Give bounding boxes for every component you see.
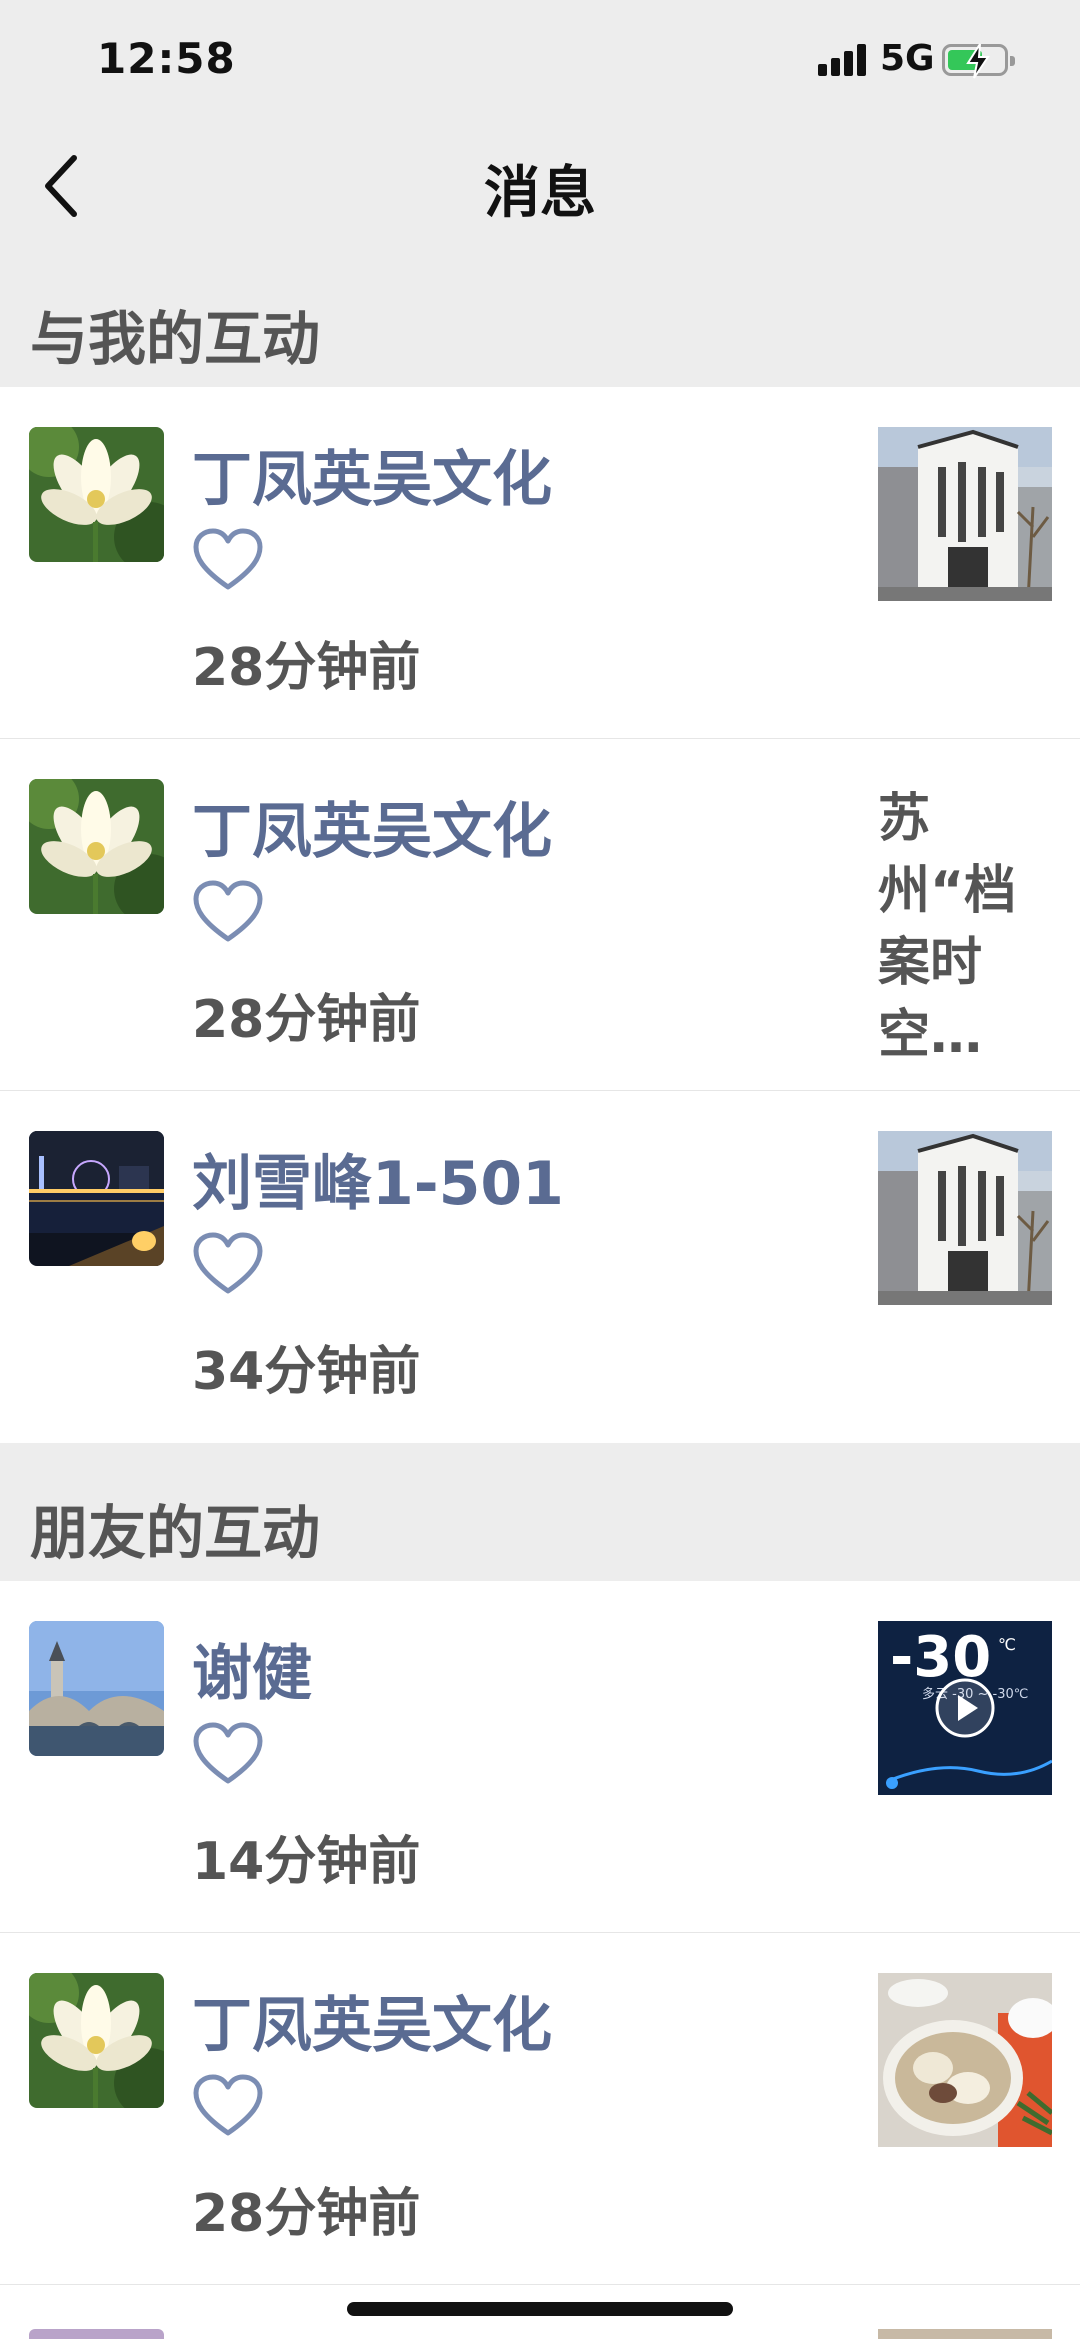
nav-bar: 消息 [0,120,1080,250]
timestamp: 28分钟前 [192,638,421,698]
heart-icon [193,528,263,590]
timestamp: 28分钟前 [192,990,421,1050]
status-time: 12:58 [97,34,236,83]
video-thumbnail[interactable]: -30 ℃ 多云 -30 ~ -30℃ [878,1621,1052,1795]
section-header-my-interactions: 与我的互动 [0,250,1080,387]
user-name[interactable]: 丁凤英吴文化 [192,431,552,518]
list-item[interactable]: 丁凤英吴文化 28分钟前 [0,387,1080,739]
post-snippet[interactable]: 苏州“档案时空… [878,783,1058,1071]
section-title: 朋友的互动 [30,1499,321,1567]
user-name[interactable]: 谢健 [192,1625,312,1712]
avatar[interactable] [29,1621,164,1756]
list-item[interactable]: 谢健 14分钟前 -30 ℃ 多云 -30 ~ -30℃ [0,1581,1080,1933]
home-indicator[interactable] [347,2302,733,2316]
avatar[interactable] [29,779,164,914]
avatar[interactable] [29,1131,164,1266]
charging-bolt-icon [966,43,990,79]
my-interactions-list: 丁凤英吴文化 28分钟前 丁凤英吴文化 28分钟前 苏州“档案时空… 刘雪峰1-… [0,387,1080,1443]
status-bar: 12:58 5G [0,0,1080,120]
user-name[interactable]: 刘雪峰1-501 [192,1135,564,1222]
timestamp: 28分钟前 [192,2184,421,2244]
heart-icon [193,1722,263,1784]
page-title: 消息 [484,161,596,226]
timestamp: 14分钟前 [192,1832,421,1892]
heart-icon [193,880,263,942]
user-name[interactable]: 丁凤英吴文化 [192,783,552,870]
network-type: 5G [880,38,935,79]
avatar[interactable] [29,427,164,562]
building-thumbnail[interactable] [878,1131,1052,1305]
building-thumbnail[interactable] [878,427,1052,601]
friend-interactions-list: 谢健 14分钟前 -30 ℃ 多云 -30 ~ -30℃ [0,1581,1080,2339]
heart-icon [193,1232,263,1294]
signal-icon [818,42,868,76]
battery-icon [942,43,1015,79]
list-item[interactable]: 刘雪峰1-501 34分钟前 [0,1091,1080,1443]
timestamp: 34分钟前 [192,1342,421,1402]
food-thumbnail[interactable] [878,1973,1052,2147]
section-header-friend-interactions: 朋友的互动 [0,1444,1080,1581]
heart-icon [193,2074,263,2136]
list-item[interactable]: 丁凤英吴文化 28分钟前 [0,1933,1080,2285]
thumbnail[interactable] [878,2329,1052,2339]
section-title: 与我的互动 [30,305,321,373]
user-name[interactable]: 丁凤英吴文化 [192,1977,552,2064]
list-item[interactable]: 丁凤英吴文化 28分钟前 苏州“档案时空… [0,739,1080,1091]
avatar[interactable] [29,1973,164,2108]
avatar[interactable] [29,2329,164,2339]
